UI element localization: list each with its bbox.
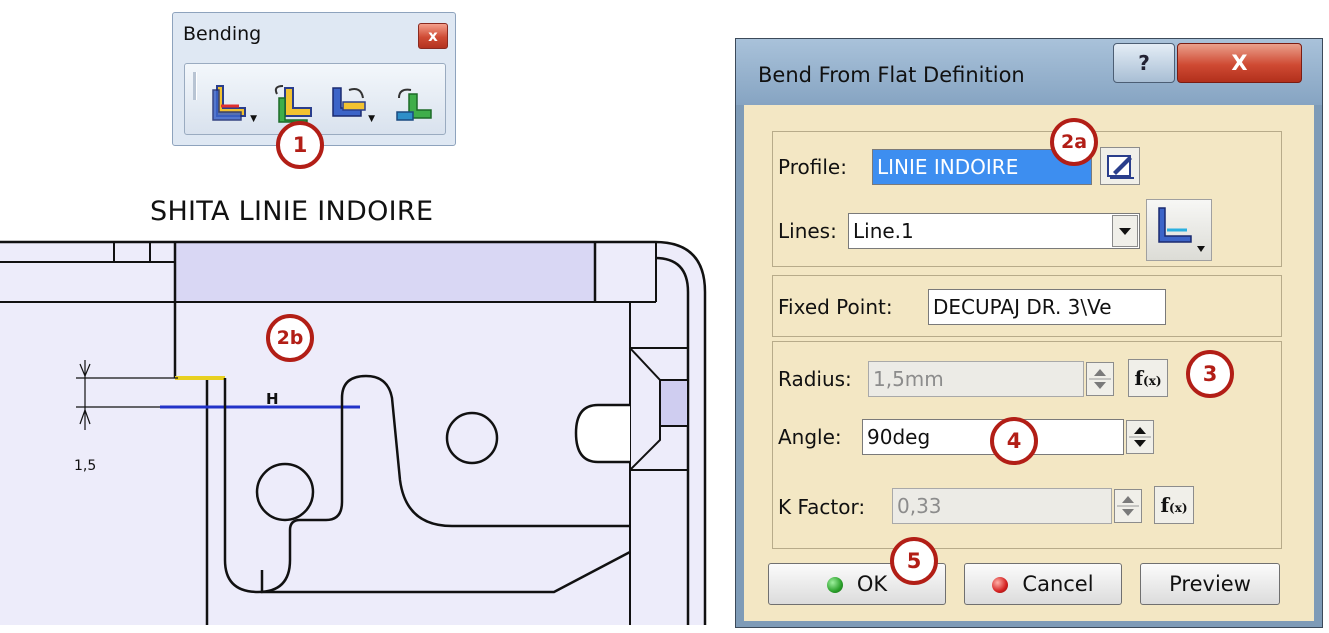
function-icon: f [1134, 366, 1144, 390]
function-icon-sub: (x) [1169, 501, 1188, 515]
cancel-led-icon [992, 577, 1009, 593]
lines-selector-button[interactable] [1146, 199, 1212, 261]
bend-from-flat-dialog: Bend From Flat Definition ? X Profile: L… [735, 38, 1323, 628]
unfold-button[interactable]: ▼ [327, 84, 375, 124]
ok-led-icon [826, 577, 843, 593]
bend-icon [274, 85, 312, 123]
dialog-title: Bend From Flat Definition [758, 63, 1025, 87]
k-factor-label: K Factor: [778, 495, 866, 519]
dropdown-arrow-icon[interactable]: ▼ [368, 114, 375, 124]
callout-2a: 2a [1050, 118, 1098, 166]
fold-icon [396, 88, 432, 121]
dropdown-arrow-icon[interactable]: ▼ [250, 114, 257, 124]
cancel-label: Cancel [1022, 572, 1094, 596]
close-button[interactable]: X [1177, 43, 1302, 83]
bend-button[interactable] [271, 84, 317, 123]
radius-label: Radius: [778, 367, 852, 391]
lines-label: Lines: [778, 219, 837, 243]
spinner-icon [1117, 496, 1139, 516]
toolbar-grip[interactable] [193, 72, 197, 100]
radius-field[interactable]: 1,5mm [868, 361, 1084, 397]
ok-label: OK [856, 572, 888, 596]
help-button[interactable]: ? [1113, 43, 1175, 83]
fixed-point-field[interactable]: DECUPAJ DR. 3\Ve [928, 289, 1166, 325]
angle-spinner[interactable] [1126, 420, 1154, 454]
toolbar-tray: ▼ ▼ [184, 63, 446, 135]
preview-button[interactable]: Preview [1140, 563, 1280, 605]
sketch-drawing: H 1,5 [0, 240, 707, 625]
profile-label: Profile: [778, 155, 847, 179]
fold-button[interactable] [391, 84, 437, 122]
k-factor-formula-button[interactable]: f(x) [1154, 486, 1194, 524]
chevron-down-icon [1119, 228, 1131, 235]
callout-3: 3 [1186, 350, 1234, 398]
toolbar-close-button[interactable]: x [418, 23, 448, 49]
callout-2b: 2b [266, 314, 314, 362]
unfold-icon [332, 87, 366, 117]
function-icon-sub: (x) [1143, 374, 1162, 388]
dimension-value: 1,5 [74, 458, 96, 474]
top-band [175, 242, 595, 302]
bend-line-icon [1158, 207, 1205, 252]
cancel-button[interactable]: Cancel [964, 563, 1122, 605]
sketch-edit-icon [1107, 155, 1134, 179]
spinner-icon [1089, 369, 1111, 389]
k-factor-field[interactable]: 0,33 [892, 488, 1112, 524]
lines-dropdown-button[interactable] [1112, 215, 1138, 247]
function-icon: f [1160, 493, 1170, 517]
spinner-icon [1129, 427, 1151, 447]
radius-formula-button[interactable]: f(x) [1128, 359, 1168, 397]
sketch-title: SHITA LINIE INDOIRE [150, 196, 434, 227]
lines-combo[interactable]: Line.1 [848, 213, 1140, 249]
callout-1: 1 [276, 121, 324, 169]
bend-from-flat-icon [212, 85, 246, 121]
k-factor-spinner[interactable] [1114, 489, 1142, 523]
sketch-edit-button[interactable] [1100, 147, 1140, 185]
radius-spinner[interactable] [1086, 362, 1114, 396]
fixed-point-label: Fixed Point: [778, 295, 893, 319]
toolbar-title: Bending [183, 23, 262, 45]
callout-5: 5 [890, 537, 938, 585]
h-constraint-label: H [266, 390, 279, 408]
angle-label: Angle: [778, 425, 842, 449]
callout-4: 4 [990, 417, 1038, 465]
bend-from-flat-button[interactable]: ▼ [209, 84, 257, 124]
